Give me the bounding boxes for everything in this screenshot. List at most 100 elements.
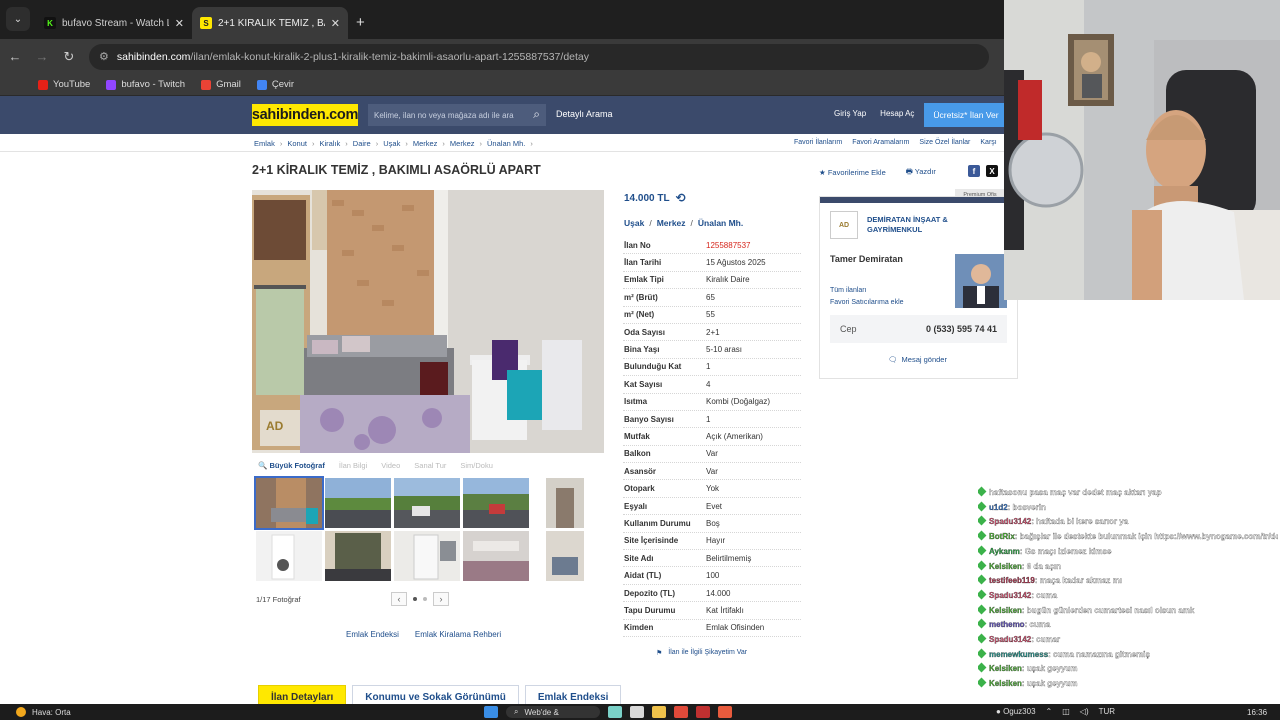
chrome-icon[interactable] — [718, 706, 732, 718]
chat-username[interactable]: u1d2 — [989, 503, 1008, 512]
search-icon[interactable]: ⌕ — [533, 107, 540, 122]
chat-username[interactable]: Aykanm — [989, 547, 1020, 556]
breadcrumb-item[interactable]: Daire — [353, 139, 371, 148]
add-favorite-seller-link[interactable]: Favori Satıcılarıma ekle — [830, 299, 904, 306]
signup-link[interactable]: Hesap Aç — [880, 109, 914, 118]
thumbnail[interactable] — [463, 531, 529, 581]
bookmark-gmail[interactable]: Gmail — [201, 79, 241, 90]
breadcrumb-item[interactable]: Uşak — [383, 139, 400, 148]
detailed-search-link[interactable]: Detaylı Arama — [556, 109, 613, 119]
firm-logo[interactable]: AD — [830, 211, 858, 239]
thumbnail[interactable] — [256, 531, 322, 581]
site-logo[interactable]: sahibinden.com — [252, 104, 358, 126]
site-info-icon[interactable]: ⚙ — [99, 50, 109, 63]
windows-start-icon[interactable] — [484, 706, 498, 718]
chat-username[interactable]: Kelsiken — [989, 605, 1022, 614]
complaint-link[interactable]: ⚑ İlan ile İlgili Şikayetim Var — [656, 649, 747, 657]
forward-icon[interactable]: → — [30, 49, 54, 64]
weather-widget[interactable]: Hava: Orta — [16, 707, 71, 717]
login-link[interactable]: Giriş Yap — [834, 109, 866, 118]
new-tab-button[interactable]: + — [356, 14, 365, 31]
chat-username[interactable]: memewkumess — [989, 650, 1048, 659]
add-favorites-link[interactable]: ★ Favorilerime Ekle — [819, 168, 886, 177]
phone-number[interactable]: 0 (533) 595 74 41 — [926, 324, 997, 334]
site-search-input[interactable]: Kelime, ilan no veya mağaza adı ile ara … — [368, 104, 546, 126]
compare-link[interactable]: Karşı — [980, 139, 996, 146]
chrome-icon[interactable] — [674, 706, 688, 718]
chat-username[interactable]: Spadu3142 — [989, 591, 1032, 600]
breadcrumb-item[interactable]: Konut — [287, 139, 307, 148]
chat-username[interactable]: Kelsiken — [989, 664, 1022, 673]
thumbnail[interactable] — [463, 478, 529, 528]
chevron-up-icon[interactable]: ⌃ — [1046, 707, 1053, 716]
breadcrumb-item[interactable]: Emlak — [254, 139, 275, 148]
main-listing-photo[interactable]: AD — [252, 190, 604, 453]
special-listings-link[interactable]: Size Özel İlanlar — [919, 139, 970, 146]
location-neighborhood[interactable]: Ünalan Mh. — [698, 218, 743, 228]
pager-dot[interactable] — [413, 597, 417, 601]
browser-tab[interactable]: K bufavo Stream - Watch Live on ✕ — [36, 7, 192, 39]
thumbnail[interactable] — [325, 531, 391, 581]
prev-photos-button[interactable]: ‹ — [391, 592, 407, 606]
emlak-endeksi-link[interactable]: Emlak Endeksi — [346, 630, 399, 639]
firm-name[interactable]: DEMİRATAN İNŞAAT & GAYRİMENKUL — [867, 215, 977, 235]
facebook-share-icon[interactable]: f — [968, 165, 980, 177]
breadcrumb-item[interactable]: Merkez — [450, 139, 475, 148]
all-listings-link[interactable]: Tüm ilanları — [830, 287, 867, 294]
x-share-icon[interactable]: X — [986, 165, 998, 177]
free-listing-button[interactable]: Ücretsiz* İlan Ver — [924, 103, 1008, 127]
thumbnail[interactable] — [325, 478, 391, 528]
breadcrumb-item[interactable]: Ünalan Mh. — [487, 139, 525, 148]
breadcrumb-item[interactable]: Kiralık — [319, 139, 340, 148]
chat-username[interactable]: testifeeb119 — [989, 576, 1035, 585]
thumbnail[interactable] — [546, 531, 584, 581]
browser-tab-active[interactable]: S 2+1 KİRALIK TEMİZ , BAKIMLI A ✕ — [192, 7, 348, 39]
chat-username[interactable]: Kelsiken — [989, 679, 1022, 688]
photo-tool-extra[interactable]: Sim/Doku — [460, 461, 493, 470]
photo-tool-video[interactable]: Video — [381, 461, 400, 470]
photo-tool-info[interactable]: İlan Bilgi — [339, 461, 367, 470]
file-explorer-icon[interactable] — [652, 706, 666, 718]
price-history-icon[interactable]: ⟲ — [676, 191, 686, 205]
volume-icon[interactable]: ◁) — [1080, 707, 1089, 716]
send-message-link[interactable]: 🗨 Mesaj gönder — [888, 355, 947, 364]
breadcrumb-item[interactable]: Merkez — [413, 139, 438, 148]
chat-username[interactable]: Kelsiken — [989, 561, 1022, 570]
favorite-listings-link[interactable]: Favori İlanlarım — [794, 139, 842, 146]
bookmark-twitch[interactable]: bufavo - Twitch — [106, 79, 185, 90]
stream-user[interactable]: ● Oguz303 — [996, 707, 1036, 716]
close-tab-icon[interactable]: ✕ — [175, 17, 184, 30]
bookmark-translate[interactable]: Çevir — [256, 79, 294, 90]
widgets-icon[interactable] — [608, 706, 622, 718]
close-tab-icon[interactable]: ✕ — [331, 17, 340, 30]
task-view-icon[interactable] — [630, 706, 644, 718]
rental-guide-link[interactable]: Emlak Kiralama Rehberi — [415, 630, 501, 639]
chat-text: : cuma namazına gitmemiş — [1048, 649, 1150, 659]
url-input[interactable]: ⚙ sahibinden.com/ilan/emlak-konut-kirali… — [89, 43, 989, 70]
favorite-searches-link[interactable]: Favori Aramalarım — [852, 139, 909, 146]
chat-username[interactable]: BotRix — [989, 532, 1015, 541]
network-icon[interactable]: ◫ — [1062, 707, 1070, 716]
bookmark-youtube[interactable]: YouTube — [38, 79, 90, 90]
language-indicator[interactable]: TUR — [1099, 707, 1115, 716]
location-district[interactable]: Merkez — [657, 218, 686, 228]
chat-username[interactable]: Spadu3142 — [989, 517, 1032, 526]
reload-icon[interactable]: ↻ — [57, 49, 81, 65]
chat-username[interactable]: Spadu3142 — [989, 635, 1032, 644]
thumbnail[interactable] — [394, 478, 460, 528]
next-photos-button[interactable]: › — [433, 592, 449, 606]
taskbar-search[interactable]: ⌕ Web'de & — [506, 706, 600, 718]
thumbnail[interactable] — [546, 478, 584, 528]
pager-dot[interactable] — [423, 597, 427, 601]
chat-username[interactable]: methemo — [989, 620, 1025, 629]
back-icon[interactable]: ← — [3, 49, 27, 64]
photo-tool-virtual-tour[interactable]: Sanal Tur — [414, 461, 446, 470]
location-city[interactable]: Uşak — [624, 218, 644, 228]
taskbar-search-label: Web'de & — [524, 707, 559, 717]
print-link[interactable]: 🖶 Yazdır — [906, 166, 936, 179]
large-photo-button[interactable]: 🔍 Büyük Fotoğraf — [258, 461, 325, 470]
app-icon[interactable] — [696, 706, 710, 718]
thumbnail[interactable] — [254, 476, 324, 530]
tab-search-dropdown[interactable]: ⌄ — [6, 7, 30, 31]
thumbnail[interactable] — [394, 531, 460, 581]
